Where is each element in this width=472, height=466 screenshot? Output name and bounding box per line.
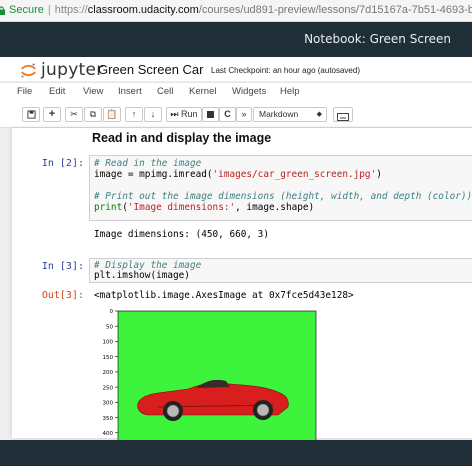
green-screen-image [117, 310, 317, 449]
input-prompt: In [2]: [41, 158, 84, 169]
secure-label: Secure [9, 4, 44, 16]
command-palette-button[interactable] [333, 107, 353, 122]
checkpoint-text: Last Checkpoint: an hour ago [211, 66, 316, 75]
chevron-down-icon: ◆ [316, 111, 322, 118]
move-up-button[interactable]: ↑ [125, 107, 143, 122]
jupyter-logo-icon[interactable] [20, 62, 37, 79]
cell-output-text: <matplotlib.image.AxesImage at 0x7fce5d4… [94, 290, 354, 301]
menu-bar: File Edit View Insert Cell Kernel Widget… [0, 82, 472, 105]
y-tick-label: 350 [103, 416, 114, 422]
jupyter-logo-text: jupyter [41, 60, 104, 80]
y-tick-label: 50 [106, 324, 113, 330]
y-tick-label: 0 [110, 309, 114, 315]
notebook-title: Notebook: Green Screen [304, 32, 451, 46]
save-button[interactable] [22, 107, 40, 122]
arrow-up-icon: ↑ [131, 109, 137, 119]
restart-icon: C [224, 109, 231, 119]
udacity-header: Notebook: Green Screen [0, 22, 472, 57]
y-tick-label: 150 [103, 355, 114, 361]
copy-icon: ⧉ [89, 109, 97, 119]
menu-insert[interactable]: Insert [118, 86, 142, 97]
menu-file[interactable]: File [17, 86, 32, 97]
notebook-name[interactable]: Green Screen Car [98, 62, 204, 77]
fast-forward-icon: » [241, 109, 247, 119]
y-tick-label: 100 [103, 340, 114, 346]
menu-view[interactable]: View [83, 86, 103, 97]
output-prompt: Out[3]: [41, 290, 84, 301]
cell-type-value: Markdown [259, 109, 299, 119]
menu-widgets[interactable]: Widgets [232, 86, 266, 97]
code-line: image = mpimg.imread('images/car_green_s… [94, 169, 382, 180]
plus-icon: + [48, 108, 56, 120]
scissors-icon: ✂ [70, 109, 78, 119]
menu-help[interactable]: Help [280, 86, 300, 97]
notebook-toolbar: + ✂ ⧉ 📋 ↑ ↓ ⏭ Run C » Markdown ◆ [0, 103, 472, 128]
paste-button[interactable]: 📋 [103, 107, 121, 122]
url-path: /courses/ud891-preview/lessons/7d15167a-… [198, 4, 472, 16]
move-down-button[interactable]: ↓ [144, 107, 162, 122]
y-tick-label: 200 [103, 370, 114, 376]
code-line: # Read in the image [94, 158, 202, 169]
plot-axes: 050100150200250300350400450 [103, 309, 317, 452]
stop-icon [207, 111, 214, 118]
menu-cell[interactable]: Cell [157, 86, 173, 97]
run-label: Run [181, 109, 198, 119]
url-protocol: https:// [54, 4, 88, 16]
autosave-status: (autosaved) [317, 66, 360, 75]
lock-icon [0, 5, 6, 15]
menu-edit[interactable]: Edit [49, 86, 65, 97]
code-line: plt.imshow(image) [94, 270, 190, 281]
step-forward-icon: ⏭ [170, 109, 179, 119]
keyboard-icon [337, 113, 349, 121]
bottom-bar [0, 440, 472, 466]
restart-run-all-button[interactable]: » [236, 107, 252, 122]
cell-output-text: Image dimensions: (450, 660, 3) [94, 229, 269, 240]
cut-button[interactable]: ✂ [65, 107, 83, 122]
y-tick-label: 300 [103, 401, 114, 407]
url-host: classroom.udacity.com [87, 4, 199, 16]
code-line: # Print out the image dimensions (height… [94, 191, 472, 202]
save-icon [26, 110, 36, 119]
checkpoint-status: Last Checkpoint: an hour ago (autosaved) [211, 66, 360, 75]
y-tick-label: 400 [103, 431, 114, 437]
browser-address-bar[interactable]: Secure | https://classroom.udacity.com/cou… [0, 0, 472, 22]
run-button[interactable]: ⏭ Run [166, 107, 202, 122]
interrupt-button[interactable] [202, 107, 219, 122]
menu-kernel[interactable]: Kernel [189, 86, 216, 97]
paste-icon: 📋 [106, 109, 118, 119]
imshow-plot: 050100150200250300350400450 [103, 309, 317, 452]
restart-button[interactable]: C [219, 107, 236, 122]
copy-button[interactable]: ⧉ [84, 107, 102, 122]
code-line: print('Image dimensions:', image.shape) [94, 202, 315, 213]
car-wheel-rim [256, 403, 270, 417]
markdown-heading: Read in and display the image [92, 131, 272, 145]
car-wheel-rim [166, 404, 180, 418]
input-prompt: In [3]: [41, 261, 84, 272]
y-tick-label: 250 [103, 385, 114, 391]
insert-cell-button[interactable]: + [43, 107, 61, 122]
url-separator: | [47, 4, 51, 16]
cell-type-select[interactable]: Markdown ◆ [253, 107, 327, 122]
arrow-down-icon: ↓ [150, 109, 156, 119]
